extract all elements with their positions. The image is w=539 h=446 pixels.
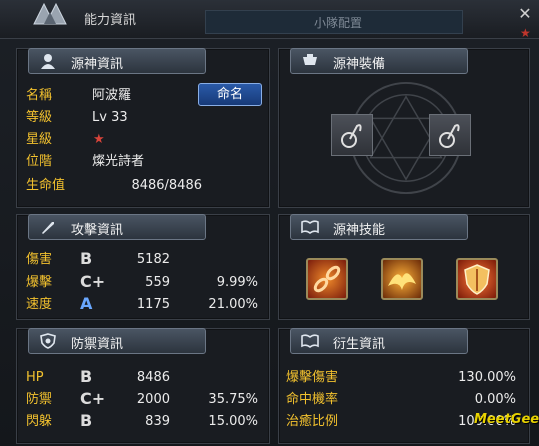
attack-label-speed: 速度 [26,297,53,312]
attack-info-header: 攻擊資訊 [28,214,206,240]
derived-info-header: 衍生資訊 [290,328,468,354]
defense-percent-evade: 15.00% [208,414,258,429]
level-label: 等級 [26,110,53,125]
defense-value-evade: 839 [145,414,170,429]
equipment-slot-1[interactable] [331,114,373,156]
defense-value-defense: 2000 [136,392,170,407]
grade-icon: B [80,367,93,386]
basic-info-header: 源神資訊 [28,48,206,74]
skills-header: 源神技能 [290,214,468,240]
grade-icon: B [80,249,93,268]
skill-slot-1[interactable] [306,258,348,300]
defense-label-evade: 閃躲 [26,414,53,429]
grade-icon: B [80,411,93,430]
equipment-slot-2[interactable] [429,114,471,156]
shield-skill-icon [464,264,490,295]
defense-label-hp: HP [26,370,44,385]
equipment-panel: 源神裝備 [278,48,530,208]
section-title: 防禦資訊 [71,337,124,352]
defense-percent-defense: 35.75% [208,392,258,407]
level-value: Lv 33 [92,110,128,125]
tab-party-formation[interactable]: 小隊配置 [205,10,463,34]
book-icon [301,220,319,234]
derived-label-crit-damage: 爆擊傷害 [286,370,339,385]
equipment-icon [303,54,317,65]
grade-icon: C+ [80,272,106,291]
person-icon [41,54,55,69]
attack-value-damage: 5182 [136,252,170,267]
ability-info-window: 能力資訊 小隊配置 ✕ ★ 源神資訊 名稱 阿波羅 等級 Lv 33 星級 ★ … [0,0,539,446]
name-label: 名稱 [26,88,53,103]
shield-icon [40,333,56,349]
attack-label-crit: 爆擊 [26,275,53,290]
book-icon [301,334,319,348]
skill-slot-2[interactable] [381,258,423,300]
derived-label-hit-rate: 命中機率 [286,392,339,407]
star-label: 星級 [26,132,53,147]
section-title: 衍生資訊 [333,337,386,352]
rank-value: 燦光詩者 [92,154,145,169]
sword-icon [42,222,54,234]
rank-label: 位階 [26,154,53,169]
skill-slot-3[interactable] [456,258,498,300]
attack-percent-crit: 9.99% [216,275,258,290]
grade-icon: C+ [80,389,106,408]
watermark-logo: MeetGee! [474,412,539,427]
section-title: 源神資訊 [71,57,124,72]
attack-percent-speed: 21.00% [208,297,258,312]
derived-label-heal-ratio: 治癒比例 [286,414,339,429]
section-title: 源神技能 [333,223,386,238]
grade-icon: A [80,294,93,313]
name-value: 阿波羅 [92,88,132,103]
defense-label-defense: 防禦 [26,392,53,407]
title-bar: 能力資訊 小隊配置 ✕ ★ [0,0,539,40]
attack-label-damage: 傷害 [26,252,53,267]
defense-info-header: 防禦資訊 [28,328,206,354]
window-title: 能力資訊 [84,13,137,28]
equipment-header: 源神裝備 [290,48,468,74]
defense-value-hp: 8486 [136,370,170,385]
chain-skill-icon [313,265,341,293]
close-icon[interactable]: ✕ [516,5,534,23]
rename-button[interactable]: 命名 [198,83,262,106]
emblem-icon [33,2,67,25]
star-icon: ★ [520,26,531,40]
empty-slot-icon [439,124,460,148]
derived-value-crit-damage: 130.00% [458,370,516,385]
section-title: 攻擊資訊 [71,223,124,238]
hp-value: 8486/8486 [131,178,202,193]
attack-value-crit: 559 [145,275,170,290]
derived-value-hit-rate: 0.00% [474,392,516,407]
empty-slot-icon [341,124,362,148]
hp-label: 生命值 [26,178,66,193]
section-title: 源神裝備 [333,57,386,72]
fire-bird-skill-icon [388,273,416,290]
attack-value-speed: 1175 [136,297,170,312]
star-rating-icon: ★ [93,132,105,147]
